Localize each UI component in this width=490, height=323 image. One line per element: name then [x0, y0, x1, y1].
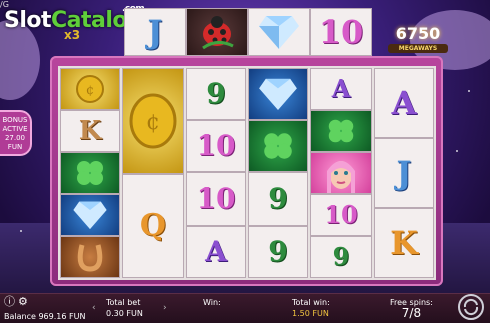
symbol-j: J	[374, 138, 434, 208]
diamond-icon	[259, 16, 299, 49]
ladybug-icon	[202, 16, 234, 50]
top-symbol-j: J	[124, 8, 186, 56]
win-label: Win:	[203, 298, 221, 307]
top-symbol-ladybug	[186, 8, 248, 56]
top-symbol-10: 10	[310, 8, 372, 56]
refresh-icon	[463, 298, 479, 316]
bet-increase-icon[interactable]: ›	[163, 303, 167, 313]
star	[456, 150, 458, 152]
symbol-10: 10	[186, 172, 246, 226]
clover-icon	[77, 161, 103, 185]
symbol-face	[310, 152, 372, 194]
diamond-icon	[73, 201, 107, 230]
svg-text:¢: ¢	[86, 83, 94, 98]
fairy-face-icon	[327, 161, 355, 193]
symbol-a: A	[186, 226, 246, 278]
free-spins: Free spins: 7/8	[390, 298, 433, 320]
total-bet: Total bet 0.30 FUN	[106, 298, 143, 318]
symbol-coin-big: ¢	[122, 68, 184, 174]
bottom-bar: ⓘ ⚙ Balance 969.16 FUN ‹ Total bet 0.30 F…	[0, 293, 490, 323]
star	[468, 90, 470, 92]
top-symbol-diamond	[248, 8, 310, 56]
clover-icon	[264, 133, 292, 159]
coin-icon: ¢	[129, 93, 177, 149]
settings-gear-icon[interactable]: ⚙	[18, 296, 28, 307]
symbol-k: K	[374, 208, 434, 278]
symbol-clover	[60, 152, 120, 194]
coin-icon: ¢	[76, 75, 104, 103]
info-icon[interactable]: ⓘ	[4, 296, 15, 307]
horseshoe-icon	[77, 244, 103, 272]
diamond-icon	[259, 78, 297, 111]
multiplier-badge: x3	[64, 28, 81, 42]
symbol-a: A	[374, 68, 434, 138]
symbol-9: 9	[248, 226, 308, 278]
svg-text:¢: ¢	[146, 110, 160, 135]
symbol-9: 9	[310, 236, 372, 278]
total-win: Total win: 1.50 FUN	[292, 298, 330, 318]
symbol-10: 10	[310, 194, 372, 236]
balance-display: Balance 969.16 FUN	[4, 312, 86, 321]
symbol-9: 9	[248, 172, 308, 226]
star	[20, 230, 22, 232]
clover-icon	[328, 119, 354, 143]
symbol-k: K	[60, 110, 120, 152]
symbol-diamond	[60, 194, 120, 236]
spin-button[interactable]	[458, 294, 484, 320]
megaways-counter: 6750 MEGAWAYS	[388, 24, 448, 53]
symbol-diamond	[248, 68, 308, 120]
symbol-coin: ¢	[60, 68, 120, 110]
symbol-10: 10	[186, 120, 246, 172]
symbol-a: A	[310, 68, 372, 110]
symbol-clover	[310, 110, 372, 152]
symbol-clover	[248, 120, 308, 172]
symbol-horseshoe	[60, 236, 120, 278]
symbol-9: 9	[186, 68, 246, 120]
bet-decrease-icon[interactable]: ‹	[92, 303, 96, 313]
bonus-active-badge: BONUS ACTIVE 27.00 FUN	[0, 110, 32, 156]
symbol-q: Q	[122, 174, 184, 278]
